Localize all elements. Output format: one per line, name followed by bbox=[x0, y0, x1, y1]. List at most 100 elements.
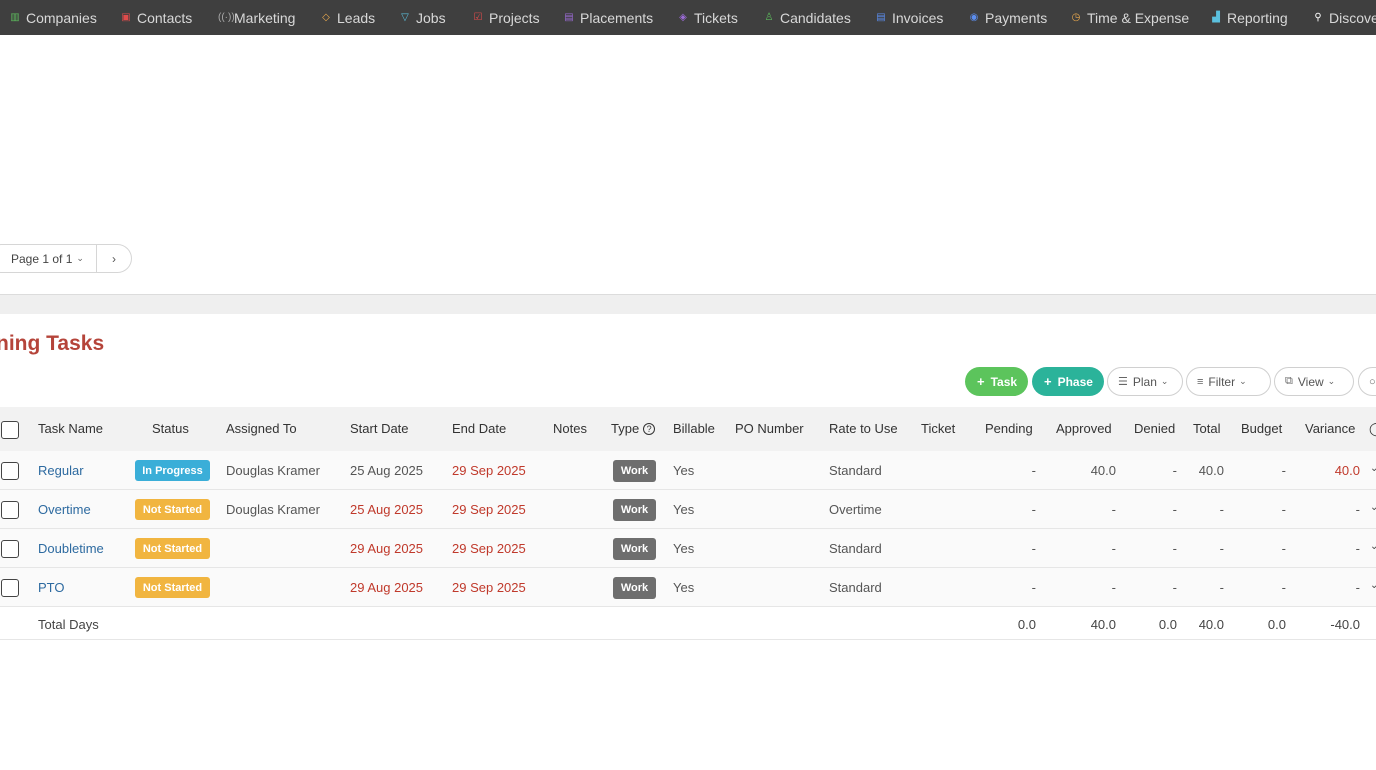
totals-row: Total Days 0.0 40.0 0.0 40.0 0.0 -40.0 bbox=[0, 608, 1376, 640]
refresh-icon: ○ bbox=[1369, 375, 1376, 388]
col-status[interactable]: Status bbox=[152, 421, 189, 436]
row-checkbox[interactable] bbox=[1, 462, 19, 480]
col-variance[interactable]: Variance bbox=[1305, 421, 1355, 436]
variance: - bbox=[1355, 541, 1360, 556]
col-task-name[interactable]: Task Name bbox=[38, 421, 103, 436]
approved: - bbox=[1111, 502, 1116, 517]
plan-button[interactable]: ☰ Plan ⌄ bbox=[1107, 367, 1183, 396]
billable: Yes bbox=[673, 463, 695, 478]
col-end-date[interactable]: End Date bbox=[452, 421, 506, 436]
next-page-button[interactable]: › bbox=[96, 244, 132, 273]
column-settings-icon[interactable]: ◯ bbox=[1369, 421, 1376, 437]
approved: - bbox=[1111, 541, 1116, 556]
denied: - bbox=[1172, 463, 1177, 478]
budget: - bbox=[1281, 463, 1286, 478]
nav-time-expense[interactable]: ◷ Time & Expense bbox=[1071, 0, 1190, 35]
col-approved[interactable]: Approved bbox=[1056, 421, 1112, 436]
more-button[interactable]: ○ bbox=[1358, 367, 1376, 396]
col-ticket[interactable]: Ticket bbox=[921, 421, 955, 436]
nav-companies[interactable]: ▥ Companies bbox=[10, 0, 97, 35]
pending: - bbox=[1031, 580, 1036, 595]
filter-button[interactable]: ≡ Filter ⌄ bbox=[1186, 367, 1271, 396]
view-label: View bbox=[1297, 374, 1324, 389]
col-type[interactable]: Type? bbox=[611, 421, 656, 436]
billable: Yes bbox=[673, 502, 695, 517]
task-name-link[interactable]: Doubletime bbox=[38, 541, 104, 556]
chevron-down-icon[interactable]: ⌄ bbox=[1370, 541, 1376, 552]
col-po-number[interactable]: PO Number bbox=[735, 421, 804, 436]
col-billable[interactable]: Billable bbox=[673, 421, 715, 436]
nav-invoices[interactable]: ▤ Invoices bbox=[876, 0, 943, 35]
task-name-link[interactable]: Overtime bbox=[38, 502, 91, 517]
nav-reporting[interactable]: ▟ Reporting bbox=[1211, 0, 1288, 35]
nav-leads[interactable]: ◇ Leads bbox=[321, 0, 375, 35]
denied: - bbox=[1172, 502, 1177, 517]
table-row[interactable]: Doubletime Not Started 29 Aug 2025 29 Se… bbox=[0, 529, 1376, 568]
nav-label: Discove bbox=[1329, 9, 1376, 26]
rate: Standard bbox=[829, 580, 882, 595]
section-divider bbox=[0, 294, 1376, 314]
view-button[interactable]: ⧉ View ⌄ bbox=[1274, 367, 1354, 396]
variance: 40.0 bbox=[1334, 463, 1360, 478]
end-date: 29 Sep 2025 bbox=[452, 580, 526, 595]
table-row[interactable]: Regular In Progress Douglas Kramer 25 Au… bbox=[0, 451, 1376, 490]
chevron-down-icon[interactable]: ⌄ bbox=[1370, 502, 1376, 513]
nav-candidates[interactable]: ♙ Candidates bbox=[764, 0, 851, 35]
nav-marketing[interactable]: ((·)) Marketing bbox=[218, 0, 295, 35]
nav-discover[interactable]: ⚲ Discove bbox=[1313, 0, 1376, 35]
col-denied[interactable]: Denied bbox=[1134, 421, 1175, 436]
col-type-label: Type bbox=[611, 421, 640, 436]
status-badge: Not Started bbox=[135, 538, 210, 559]
nav-contacts[interactable]: ▣ Contacts bbox=[121, 0, 192, 35]
pending: - bbox=[1031, 463, 1036, 478]
add-task-button[interactable]: + Task bbox=[965, 367, 1028, 396]
task-name-link[interactable]: PTO bbox=[38, 580, 65, 595]
select-all-checkbox[interactable] bbox=[1, 421, 19, 439]
nav-label: Leads bbox=[337, 9, 376, 26]
col-rate[interactable]: Rate to Use bbox=[829, 421, 898, 436]
nav-payments[interactable]: ◉ Payments bbox=[969, 0, 1048, 35]
add-phase-button[interactable]: + Phase bbox=[1032, 367, 1104, 396]
search-icon: ⚲ bbox=[1314, 12, 1322, 23]
col-budget[interactable]: Budget bbox=[1241, 421, 1282, 436]
status-badge: Not Started bbox=[135, 499, 210, 520]
chevron-down-icon: ⌄ bbox=[76, 253, 84, 263]
col-total[interactable]: Total bbox=[1193, 421, 1220, 436]
task-name-link[interactable]: Regular bbox=[38, 463, 84, 478]
approved: 40.0 bbox=[1090, 463, 1116, 478]
person-icon: ♙ bbox=[764, 12, 774, 23]
nav-placements[interactable]: ▤ Placements bbox=[564, 0, 653, 35]
help-icon[interactable]: ? bbox=[643, 423, 656, 435]
end-date: 29 Sep 2025 bbox=[452, 463, 526, 478]
type-badge: Work bbox=[613, 577, 656, 599]
broadcast-icon: ((·)) bbox=[218, 12, 235, 23]
page-select[interactable]: Page 1 of 1 ⌄ bbox=[0, 244, 97, 273]
nav-label: Payments bbox=[985, 9, 1048, 26]
nav-label: Jobs bbox=[416, 9, 446, 26]
start-date: 29 Aug 2025 bbox=[350, 541, 424, 556]
chevron-down-icon[interactable]: ⌄ bbox=[1370, 580, 1376, 591]
type-badge: Work bbox=[613, 538, 656, 560]
page-label: Page 1 of 1 bbox=[11, 251, 73, 266]
nav-jobs[interactable]: ▽ Jobs bbox=[400, 0, 446, 35]
nav-tickets[interactable]: ◈ Tickets bbox=[678, 0, 738, 35]
pending: - bbox=[1031, 502, 1036, 517]
billable: Yes bbox=[673, 580, 695, 595]
col-notes[interactable]: Notes bbox=[553, 421, 587, 436]
total-approved: 40.0 bbox=[1090, 617, 1116, 632]
nav-projects[interactable]: ☑ Projects bbox=[473, 0, 540, 35]
col-pending[interactable]: Pending bbox=[985, 421, 1033, 436]
col-assigned-to[interactable]: Assigned To bbox=[226, 421, 297, 436]
chevron-down-icon[interactable]: ⌄ bbox=[1370, 463, 1376, 474]
rate: Overtime bbox=[829, 502, 882, 517]
table-row[interactable]: PTO Not Started 29 Aug 2025 29 Sep 2025 … bbox=[0, 568, 1376, 607]
row-checkbox[interactable] bbox=[1, 540, 19, 558]
row-checkbox[interactable] bbox=[1, 501, 19, 519]
col-start-date[interactable]: Start Date bbox=[350, 421, 409, 436]
nav-label: Time & Expense bbox=[1087, 9, 1190, 26]
table-row[interactable]: Overtime Not Started Douglas Kramer 25 A… bbox=[0, 490, 1376, 529]
total-denied: 0.0 bbox=[1158, 617, 1177, 632]
row-checkbox[interactable] bbox=[1, 579, 19, 597]
document-icon: ▤ bbox=[876, 12, 886, 23]
section-title: ning Tasks bbox=[0, 332, 105, 355]
